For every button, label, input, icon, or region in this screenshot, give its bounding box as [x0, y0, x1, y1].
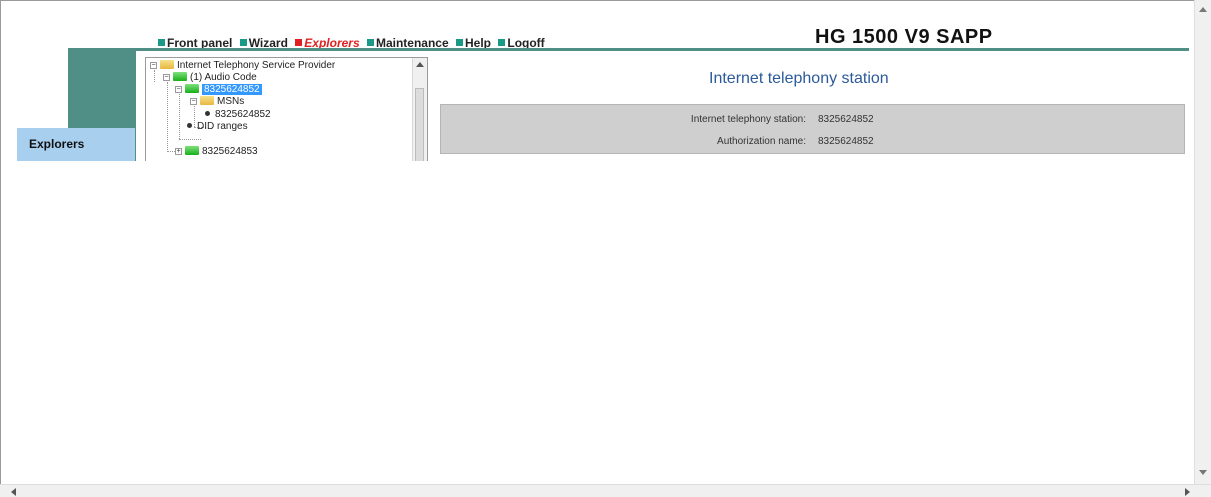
expand-icon[interactable]: + [175, 148, 182, 155]
collapse-icon[interactable]: − [150, 62, 157, 69]
header-divider [68, 48, 1189, 51]
tree-node-msn-number[interactable]: 8325624852 [205, 109, 271, 121]
tree-connector [167, 82, 168, 152]
page-vertical-scrollbar[interactable] [1194, 0, 1211, 484]
scroll-right-icon[interactable] [1185, 488, 1190, 496]
tree-node-station-2[interactable]: +8325624853 [175, 146, 258, 158]
nav-square-icon [498, 39, 506, 46]
collapse-icon[interactable]: − [190, 98, 197, 105]
nav-square-icon [366, 39, 374, 46]
collapse-icon[interactable]: − [163, 74, 170, 81]
tree-node-label: MSNs [217, 96, 245, 107]
tree-node-label: 8325624852 [215, 109, 271, 120]
field-label: Internet telephony station: [690, 114, 806, 125]
sidebar-item-label: Explorers [29, 137, 85, 151]
tree-connector [179, 94, 180, 139]
nav-square-icon [456, 39, 463, 46]
tree-node-label: 8325624852 [202, 84, 262, 95]
product-title: HG 1500 V9 SAPP [815, 26, 993, 48]
green-folder-icon [185, 146, 199, 155]
tree-node-label: (1) Audio Code [190, 72, 257, 83]
field-value: 8325624852 [818, 136, 874, 147]
nav-square-icon [239, 39, 247, 46]
bullet-icon [187, 123, 192, 128]
scroll-thumb[interactable] [415, 88, 424, 161]
tree-connector [179, 139, 201, 140]
yellow-folder-icon [160, 60, 174, 69]
bullet-icon [205, 111, 210, 116]
page-title: Internet telephony station [709, 70, 889, 87]
nav-square-icon [158, 39, 165, 46]
tree-node-msns[interactable]: − MSNs [190, 96, 244, 108]
scroll-up-icon[interactable] [1199, 7, 1207, 12]
tree-node-station-selected[interactable]: − 8325624852 [175, 84, 262, 96]
tree-node-did-ranges[interactable]: DID ranges [187, 121, 248, 133]
scroll-down-icon[interactable] [1199, 470, 1207, 475]
station-info-panel: Internet telephony station: 8325624852 A… [440, 104, 1185, 154]
tree-node-label: Internet Telephony Service Provider [177, 60, 336, 71]
green-folder-icon [185, 84, 199, 93]
scroll-up-icon[interactable] [416, 62, 424, 67]
page-horizontal-scrollbar[interactable] [0, 484, 1211, 497]
nav-square-icon [295, 39, 303, 46]
explorer-tree: − Internet Telephony Service Provider − (1… [145, 57, 428, 161]
yellow-folder-icon [200, 96, 214, 105]
tree-node-label: DID ranges [197, 121, 248, 132]
field-label: Authorization name: [717, 136, 806, 147]
tree-scrollbar[interactable] [412, 58, 427, 161]
tree-node-label: 8325624853 [202, 146, 258, 157]
tree-node-audio-code[interactable]: − (1) Audio Code [163, 72, 257, 84]
sidebar-item-explorers[interactable]: Explorers [17, 128, 135, 161]
green-folder-icon [173, 72, 187, 81]
tree-node-itsp[interactable]: − Internet Telephony Service Provider [150, 60, 335, 72]
field-value: 8325624852 [818, 114, 874, 125]
collapse-icon[interactable]: − [175, 86, 182, 93]
scroll-left-icon[interactable] [11, 488, 16, 496]
